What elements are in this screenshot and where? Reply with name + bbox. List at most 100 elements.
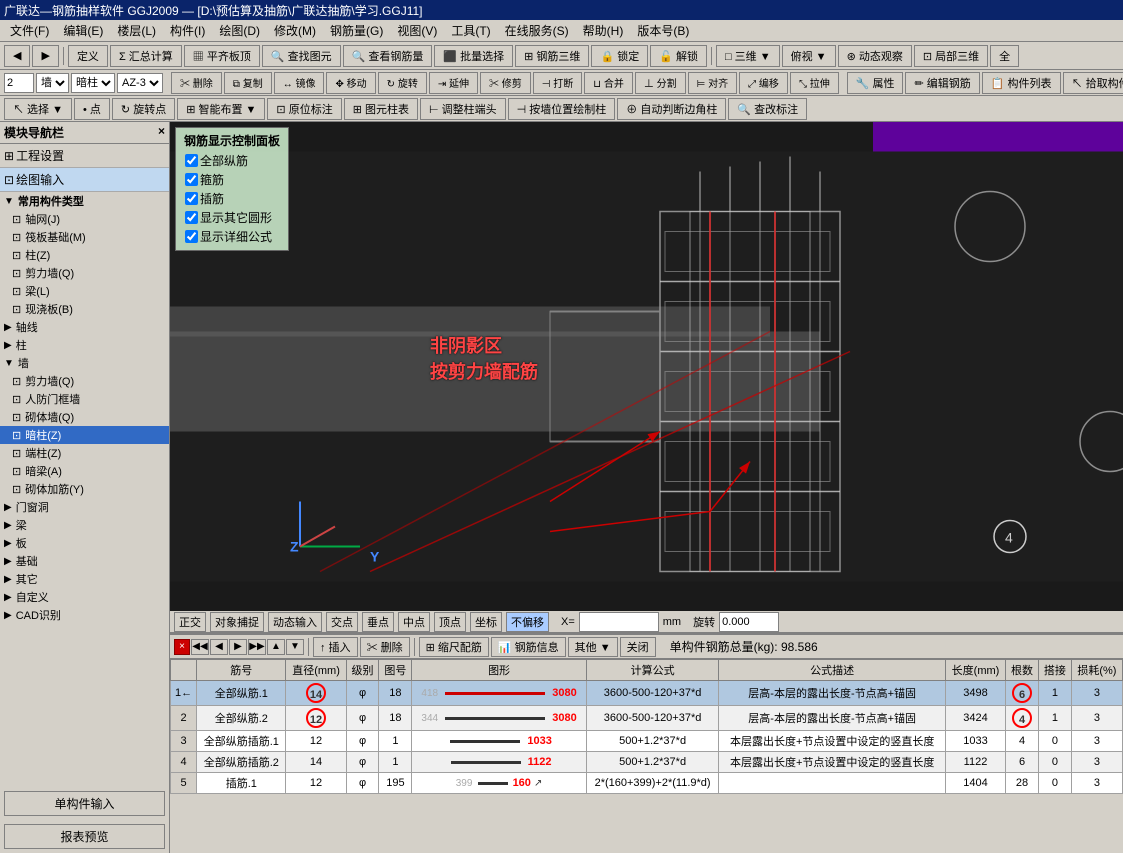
dynamic-btn[interactable]: ⊛ 动态观察 xyxy=(838,45,912,67)
tree-dark-beam[interactable]: ⊡暗梁(A) xyxy=(0,462,169,480)
type-select[interactable]: 墙 xyxy=(36,73,69,93)
check-formula[interactable]: 显示详细公式 xyxy=(184,227,280,246)
find-btn[interactable]: 🔍 查找图元 xyxy=(262,45,341,67)
3d-btn[interactable]: □ 三维 ▼ xyxy=(716,45,780,67)
row-name[interactable]: 全部纵筋插筋.1 xyxy=(197,731,286,752)
subtype-select[interactable]: 暗柱 xyxy=(71,73,115,93)
rebar-info-btn[interactable]: 📊 钢筋信息 xyxy=(491,637,566,657)
menu-item-version[interactable]: 版本号(B) xyxy=(631,20,695,41)
calc-btn[interactable]: Σ 汇总计算 xyxy=(110,45,182,67)
menu-item-floor[interactable]: 楼层(L) xyxy=(111,20,162,41)
tree-shear-wall2[interactable]: ⊡剪力墙(Q) xyxy=(0,372,169,390)
check-label-btn[interactable]: 🔍 查改标注 xyxy=(728,98,807,120)
extend-btn[interactable]: ⇥ 延伸 xyxy=(429,72,478,94)
merge-btn[interactable]: ⊔ 合并 xyxy=(584,72,633,94)
rotate-input[interactable] xyxy=(719,612,779,632)
tree-common[interactable]: ▼常用构件类型 xyxy=(0,192,169,210)
tree-other[interactable]: ▶其它 xyxy=(0,570,169,588)
sidebar-pin[interactable]: × xyxy=(158,124,165,141)
intersect-btn[interactable]: 交点 xyxy=(326,612,358,632)
nav-next-btn[interactable]: ▶ xyxy=(229,639,247,655)
edit-rebar-btn[interactable]: ✏ 编辑钢筋 xyxy=(905,72,979,94)
tree-door-window[interactable]: ▶门窗洞 xyxy=(0,498,169,516)
tree-beam2[interactable]: ▶梁 xyxy=(0,516,169,534)
menu-item-edit[interactable]: 编辑(E) xyxy=(57,20,109,41)
tree-wall[interactable]: ▼墙 xyxy=(0,354,169,372)
smart-layout-btn[interactable]: ⊞ 智能布置 ▼ xyxy=(177,98,265,120)
tree-axisline[interactable]: ▶轴线 xyxy=(0,318,169,336)
coord-btn[interactable]: 坐标 xyxy=(470,612,502,632)
tree-custom[interactable]: ▶自定义 xyxy=(0,588,169,606)
menu-item-online[interactable]: 在线服务(S) xyxy=(499,20,575,41)
nav-last-btn[interactable]: ▶▶ xyxy=(248,639,266,655)
trim-btn[interactable]: ✂ 修剪 xyxy=(480,72,531,94)
name-select[interactable]: AZ-3 xyxy=(117,73,163,93)
draw-col-btn[interactable]: ⊣ 按墙位置绘制柱 xyxy=(508,98,616,120)
offset-btn[interactable]: ⤢ 编移 xyxy=(739,72,788,94)
tree-masonry[interactable]: ⊡砌体墙(Q) xyxy=(0,408,169,426)
local-3d-btn[interactable]: ⊡ 局部三维 xyxy=(914,45,988,67)
tree-end-col[interactable]: ⊡端柱(Z) xyxy=(0,444,169,462)
menu-item-file[interactable]: 文件(F) xyxy=(4,20,55,41)
auto-corner-btn[interactable]: ⊕ 自动判断边角柱 xyxy=(617,98,726,120)
annotation-panel[interactable]: 钢筋显示控制面板 全部纵筋 箍筋 插筋 显示其它圆形 显示详细公式 xyxy=(175,127,289,251)
sidebar-nav-drawing[interactable]: ⊡ 绘图输入 xyxy=(0,168,169,192)
full-btn[interactable]: 全 xyxy=(990,45,1019,67)
no-offset-btn[interactable]: 不偏移 xyxy=(506,612,549,632)
split-btn[interactable]: ⊥ 分割 xyxy=(635,72,686,94)
menu-item-rebar[interactable]: 钢筋量(G) xyxy=(324,20,389,41)
menu-item-component[interactable]: 构件(I) xyxy=(164,20,211,41)
select-btn[interactable]: ↖ 选择 ▼ xyxy=(4,98,72,120)
sidebar-nav-engineering[interactable]: ⊞ 工程设置 xyxy=(0,144,169,168)
fwd-btn[interactable]: ▶ xyxy=(32,45,58,67)
check-all-long[interactable]: 全部纵筋 xyxy=(184,151,280,170)
close-small-btn[interactable]: × xyxy=(174,639,190,655)
report-preview-btn[interactable]: 报表预览 xyxy=(4,824,165,849)
tree-dark-col[interactable]: ⊡暗柱(Z) xyxy=(0,426,169,444)
insert-btn[interactable]: ↑ 插入 xyxy=(313,637,358,657)
break-btn[interactable]: ⊣ 打断 xyxy=(533,72,583,94)
rotate-btn[interactable]: ↻ 旋转 xyxy=(378,72,427,94)
row-name[interactable]: 全部纵筋.1 xyxy=(197,681,286,706)
x-input[interactable] xyxy=(579,612,659,632)
copy-btn[interactable]: ⧉ 复制 xyxy=(224,72,272,94)
align2-btn[interactable]: ⊨ 对齐 xyxy=(688,72,738,94)
col-table-btn[interactable]: ⊞ 图元柱表 xyxy=(344,98,418,120)
menu-item-tools[interactable]: 工具(T) xyxy=(445,20,496,41)
single-component-btn[interactable]: 单构件输入 xyxy=(4,791,165,816)
rebar-3d-btn[interactable]: ⊞ 钢筋三维 xyxy=(515,45,589,67)
check-stirrup[interactable]: 箍筋 xyxy=(184,170,280,189)
dynamic-input-btn[interactable]: 动态输入 xyxy=(268,612,322,632)
perp-btn[interactable]: 垂点 xyxy=(362,612,394,632)
menu-item-help[interactable]: 帮助(H) xyxy=(577,20,630,41)
tree-board[interactable]: ▶板 xyxy=(0,534,169,552)
lock-btn[interactable]: 🔒 锁定 xyxy=(591,45,648,67)
unlock-btn[interactable]: 🔓 解锁 xyxy=(650,45,707,67)
tree-axis[interactable]: ⊡轴网(J) xyxy=(0,210,169,228)
other-btn[interactable]: 其他 ▼ xyxy=(568,637,618,657)
tree-cad[interactable]: ▶CAD识别 xyxy=(0,606,169,624)
define-btn[interactable]: 定义 xyxy=(68,45,108,67)
move-btn[interactable]: ✥ 移动 xyxy=(326,72,375,94)
tree-beam[interactable]: ⊡梁(L) xyxy=(0,282,169,300)
batch-select-btn[interactable]: ⬛ 批量选择 xyxy=(434,45,513,67)
pick-comp-btn[interactable]: ↖ 拾取构件 xyxy=(1063,72,1123,94)
tree-slab[interactable]: ⊡现浇板(B) xyxy=(0,300,169,318)
tree-column[interactable]: ▶柱 xyxy=(0,336,169,354)
nav-first-btn[interactable]: ◀◀ xyxy=(191,639,209,655)
check-insert[interactable]: 插筋 xyxy=(184,189,280,208)
tree-defense-wall[interactable]: ⊡人防门框墙 xyxy=(0,390,169,408)
del-row-btn[interactable]: ✂ 删除 xyxy=(360,637,410,657)
canvas-area[interactable]: Z Y 4 钢筋显示控制面板 xyxy=(170,122,1123,611)
mirror-btn[interactable]: ↔ 镜像 xyxy=(274,72,325,94)
rotate-pt-btn[interactable]: ↻ 旋转点 xyxy=(112,98,175,120)
point-btn[interactable]: • 点 xyxy=(74,98,110,120)
adj-col-btn[interactable]: ⊢ 调整柱端头 xyxy=(420,98,506,120)
menu-item-draw[interactable]: 绘图(D) xyxy=(213,20,266,41)
scale-btn[interactable]: ⊞ 缩尺配筋 xyxy=(419,637,489,657)
row-name[interactable]: 插筋.1 xyxy=(197,773,286,794)
check-other-circle[interactable]: 显示其它圆形 xyxy=(184,208,280,227)
property-btn[interactable]: 🔧 属性 xyxy=(847,72,904,94)
level-input[interactable] xyxy=(4,73,34,93)
top-view-btn[interactable]: 俯视 ▼ xyxy=(782,45,836,67)
